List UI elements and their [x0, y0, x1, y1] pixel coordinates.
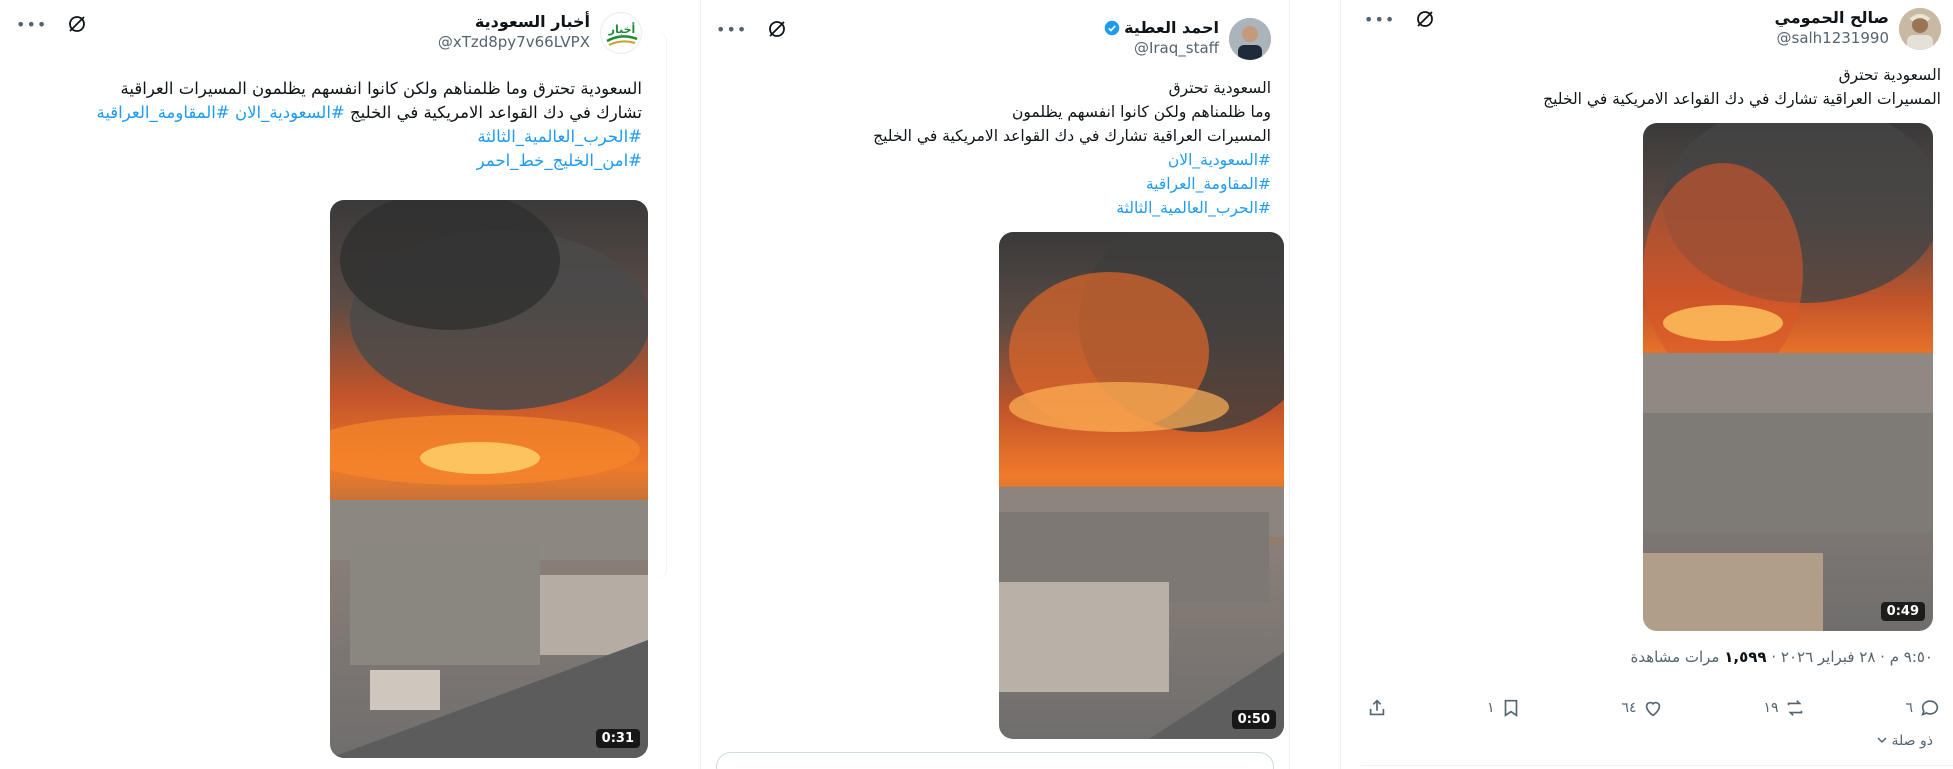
grok-icon[interactable]: [67, 14, 87, 34]
repost-icon: [1788, 700, 1803, 716]
hashtag-link[interactable]: #المقاومة_العراقية: [96, 103, 229, 122]
related-label: ذو صلة: [1891, 733, 1933, 749]
bookmark-button[interactable]: ١: [1487, 697, 1523, 719]
bookmark-count: ١: [1486, 700, 1495, 716]
video-duration: 0:31: [595, 729, 640, 748]
divider: [1361, 765, 1953, 766]
tweet-text-line: المسيرات العراقية تشارك في دك القواعد ال…: [873, 127, 1271, 145]
tweet-text-line: السعودية تحترق: [1838, 66, 1941, 84]
handle[interactable]: @xTzd8py7v66LVPX: [438, 33, 590, 51]
tweet-text-line: وما ظلمناهم ولكن كانوا انفسهم يظلمون: [1011, 103, 1271, 121]
thread-divider: [655, 30, 667, 580]
share-button[interactable]: [1366, 697, 1388, 719]
tweet-actions-top: •••: [1364, 9, 1435, 29]
like-icon: [1646, 701, 1661, 717]
like-button[interactable]: ٦٤: [1621, 697, 1664, 719]
tweet-card-2[interactable]: احمد العطية @Iraq_staff ••• السعودية تحت…: [700, 0, 1290, 769]
hashtag-link[interactable]: #السعودية_الان: [235, 103, 345, 122]
repost-count: ١٩: [1763, 700, 1779, 716]
tweet-text: السعودية تحترق وما ظلمناهم ولكن كانوا ان…: [873, 76, 1271, 220]
view-count-value: ١,٥٩٩: [1724, 648, 1767, 666]
hashtag-link[interactable]: #امن_الخليج_خط_احمر: [96, 149, 642, 173]
hashtag-link[interactable]: #الحرب_العالمية_الثالثة: [873, 196, 1271, 220]
tweet-actions-top: •••: [16, 14, 87, 34]
tweet-actions-top: •••: [716, 19, 787, 39]
tweet-action-bar: ٦ ١٩ ٦٤ ١: [1366, 697, 1941, 719]
chevron-down-icon: [1877, 737, 1887, 744]
hashtag-link[interactable]: #المقاومة_العراقية: [873, 172, 1271, 196]
video-player[interactable]: 0:31: [330, 200, 648, 758]
tweet-text-line: السعودية تحترق: [1168, 79, 1271, 97]
bookmark-icon: [1505, 699, 1518, 717]
display-name[interactable]: احمد العطية: [1104, 18, 1219, 37]
view-count-label: مرات مشاهدة: [1630, 648, 1720, 666]
tweet-text: السعودية تحترق وما ظلمناهم ولكن كانوا ان…: [96, 77, 642, 173]
handle[interactable]: @Iraq_staff: [1104, 39, 1219, 57]
tweet-header: احمد العطية @Iraq_staff: [1104, 18, 1271, 60]
repost-button[interactable]: ١٩: [1763, 697, 1806, 719]
grok-icon[interactable]: [1415, 9, 1435, 29]
share-icon: [1369, 699, 1385, 716]
avatar[interactable]: أخبار: [600, 12, 642, 54]
display-name[interactable]: صالح الحمومي: [1775, 8, 1889, 27]
hashtag-link[interactable]: #الحرب_العالمية_الثالثة: [96, 125, 642, 149]
tweet-text-line: تشارك في دك القواعد الامريكية في الخليج …: [96, 101, 642, 125]
display-name[interactable]: أخبار السعودية: [438, 12, 590, 31]
reply-input[interactable]: [716, 752, 1274, 769]
avatar[interactable]: [1899, 8, 1941, 50]
tweet-text-line: السعودية تحترق وما ظلمناهم ولكن كانوا ان…: [120, 79, 642, 98]
tweet-header: صالح الحمومي @salh1231990: [1775, 8, 1941, 50]
display-name-text: احمد العطية: [1124, 18, 1219, 37]
view-count: ١,٥٩٩ مرات مشاهدة: [1630, 648, 1766, 666]
tweet-header: أخبار أخبار السعودية @xTzd8py7v66LVPX: [438, 12, 642, 54]
avatar[interactable]: [1229, 18, 1271, 60]
tweet-metadata: ٩:٥٠ م · ٢٨ فبراير ٢٠٢٦ · ١,٥٩٩ مرات مشا…: [1630, 648, 1933, 666]
hashtag-link[interactable]: #السعودية_الان: [873, 148, 1271, 172]
svg-text:أخبار: أخبار: [608, 22, 636, 36]
reply-icon: [1921, 700, 1939, 716]
news-logo-icon: أخبار: [606, 22, 638, 46]
verified-badge-icon: [1104, 20, 1120, 35]
reply-button[interactable]: ٦: [1905, 697, 1941, 719]
more-icon[interactable]: •••: [716, 20, 747, 39]
tweet-text-line: المسيرات العراقية تشارك في دك القواعد ال…: [1543, 90, 1941, 108]
handle[interactable]: @salh1231990: [1775, 29, 1890, 47]
tweet-text: السعودية تحترق المسيرات العراقية تشارك ف…: [1543, 63, 1941, 111]
person-photo-icon: [1229, 18, 1271, 60]
video-thumbnail: [1643, 123, 1933, 631]
timestamp[interactable]: ٩:٥٠ م · ٢٨ فبراير ٢٠٢٦: [1781, 648, 1933, 666]
video-player[interactable]: 0:49: [1643, 123, 1933, 631]
video-player[interactable]: 0:50: [999, 232, 1284, 739]
tweet-card-3[interactable]: صالح الحمومي @salh1231990 ••• السعودية ت…: [1340, 0, 1953, 769]
video-thumbnail: [999, 232, 1284, 739]
related-toggle[interactable]: ذو صلة: [1877, 733, 1933, 749]
reply-count: ٦: [1905, 700, 1913, 716]
tweet-card-1[interactable]: أخبار أخبار السعودية @xTzd8py7v66LVPX ••…: [0, 0, 660, 769]
video-duration: 0:50: [1231, 710, 1276, 729]
video-duration: 0:49: [1880, 602, 1925, 621]
grok-icon[interactable]: [767, 19, 787, 39]
more-icon[interactable]: •••: [1364, 10, 1395, 29]
video-thumbnail: [330, 200, 648, 758]
like-count: ٦٤: [1621, 700, 1637, 716]
more-icon[interactable]: •••: [16, 15, 47, 34]
tweet-text-fragment: تشارك في دك القواعد الامريكية في الخليج: [350, 103, 642, 122]
person-photo-icon: [1899, 8, 1941, 50]
